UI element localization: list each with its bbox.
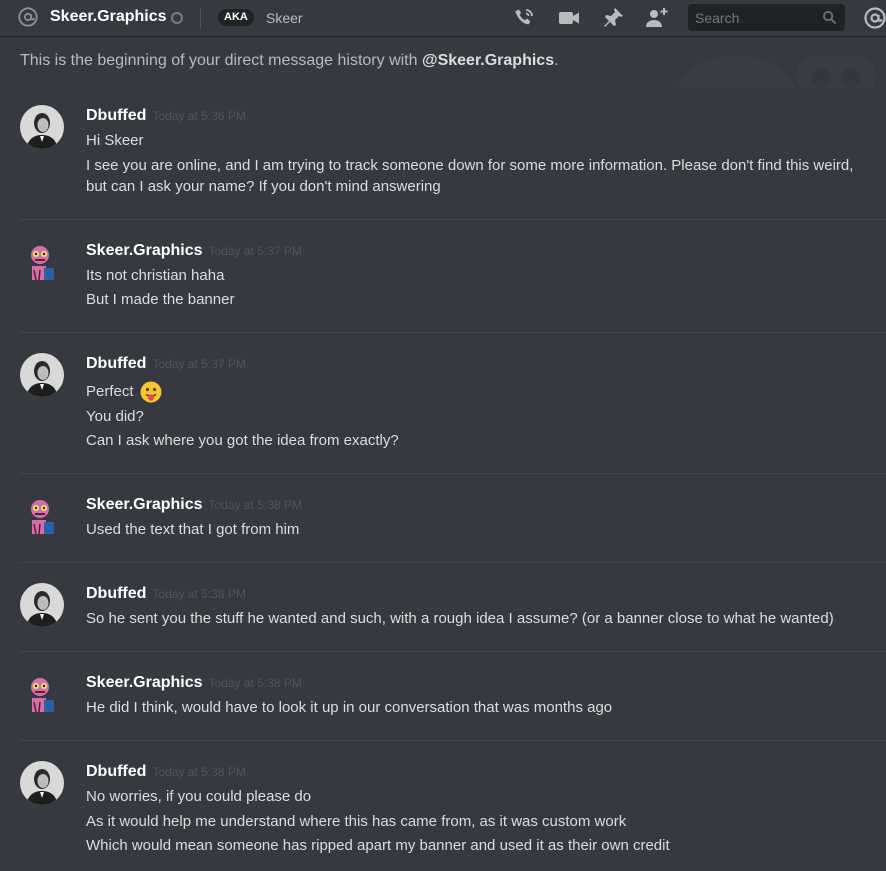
mention-icon[interactable]	[863, 6, 886, 30]
message-divider	[20, 473, 886, 474]
message-timestamp: Today at 5:38 PM	[208, 498, 302, 512]
message-text: Used the text that I got from him	[86, 521, 300, 538]
message-timestamp: Today at 5:38 PM	[208, 676, 302, 690]
message-timestamp: Today at 5:36 PM	[152, 109, 246, 123]
avatar[interactable]	[20, 105, 64, 149]
author-name[interactable]: Skeer.Graphics	[86, 496, 203, 513]
message-text: but can I ask your name? If you don't mi…	[86, 178, 441, 195]
author-name[interactable]: Skeer.Graphics	[86, 674, 203, 691]
message-author[interactable]: Skeer.Graphics Today at 5:38 PM	[86, 674, 302, 692]
dm-intro-text: This is the beginning of your direct mes…	[20, 52, 559, 70]
author-name[interactable]: Dbuffed	[86, 585, 146, 602]
aka-name: Skeer	[266, 10, 303, 26]
avatar-image	[20, 494, 64, 538]
message-author[interactable]: Skeer.Graphics Today at 5:38 PM	[86, 496, 302, 514]
stuck-out-tongue-emoji	[140, 381, 162, 403]
video-icon[interactable]	[557, 6, 581, 30]
avatar[interactable]	[20, 761, 64, 805]
channel-name: Skeer.Graphics	[50, 8, 167, 25]
intro-suffix: .	[554, 52, 559, 69]
message-text: You did?	[86, 408, 144, 425]
avatar[interactable]	[20, 494, 64, 538]
call-icon[interactable]	[512, 6, 536, 30]
message-author[interactable]: Dbuffed Today at 5:36 PM	[86, 107, 246, 125]
background-watermark	[677, 56, 876, 88]
message-author[interactable]: Dbuffed Today at 5:38 PM	[86, 585, 246, 603]
aka-badge: AKA	[218, 9, 254, 26]
intro-handle: @Skeer.Graphics	[421, 52, 555, 69]
message-timestamp: Today at 5:38 PM	[152, 765, 246, 779]
message-divider	[20, 562, 886, 563]
message-timestamp: Today at 5:38 PM	[152, 587, 246, 601]
author-name[interactable]: Dbuffed	[86, 107, 146, 124]
message-text: But I made the banner	[86, 291, 235, 308]
add-user-icon[interactable]	[645, 6, 669, 30]
message-divider	[20, 740, 886, 741]
avatar-image	[20, 761, 64, 805]
message-text: I see you are online, and I am trying to…	[86, 157, 854, 174]
message-divider	[20, 219, 886, 220]
message-author[interactable]: Dbuffed Today at 5:38 PM	[86, 763, 246, 781]
message-timestamp: Today at 5:37 PM	[152, 357, 246, 371]
message-divider	[20, 332, 886, 333]
message-text: He did I think, would have to look it up…	[86, 699, 613, 716]
message-text: As it would help me understand where thi…	[86, 813, 627, 830]
message-text: Which would mean someone has ripped apar…	[86, 837, 670, 854]
pin-icon[interactable]	[601, 6, 625, 30]
avatar[interactable]	[20, 672, 64, 716]
author-name[interactable]: Dbuffed	[86, 355, 146, 372]
intro-prefix: This is the beginning of your direct mes…	[20, 52, 422, 69]
message-author[interactable]: Skeer.Graphics Today at 5:37 PM	[86, 242, 302, 260]
avatar-image	[20, 672, 64, 716]
avatar[interactable]	[20, 583, 64, 627]
avatar-image	[20, 583, 64, 627]
message-divider	[20, 651, 886, 652]
message-text: Perfect	[86, 381, 162, 403]
message-text: Its not christian haha	[86, 267, 225, 284]
message-text: Can I ask where you got the idea from ex…	[86, 432, 399, 449]
avatar-image	[20, 240, 64, 284]
avatar[interactable]	[20, 240, 64, 284]
message-text-span: Perfect	[86, 382, 134, 400]
message-text: Hi Skeer	[86, 132, 144, 149]
author-name[interactable]: Skeer.Graphics	[86, 242, 203, 259]
message-timestamp: Today at 5:37 PM	[208, 244, 302, 258]
avatar-image	[20, 353, 64, 397]
author-name[interactable]: Dbuffed	[86, 763, 146, 780]
message-author[interactable]: Dbuffed Today at 5:37 PM	[86, 355, 246, 373]
search-placeholder: Search	[695, 10, 740, 26]
channel-header: Skeer.Graphics AKA Skeer Search	[0, 0, 886, 36]
message-text: No worries, if you could please do	[86, 788, 312, 805]
search-input[interactable]: Search	[688, 4, 845, 31]
at-icon	[18, 7, 38, 27]
avatar-image	[20, 105, 64, 149]
avatar[interactable]	[20, 353, 64, 397]
header-divider	[200, 8, 201, 28]
status-indicator	[171, 12, 183, 24]
search-icon	[823, 11, 837, 25]
message-text: So he sent you the stuff he wanted and s…	[86, 610, 834, 627]
